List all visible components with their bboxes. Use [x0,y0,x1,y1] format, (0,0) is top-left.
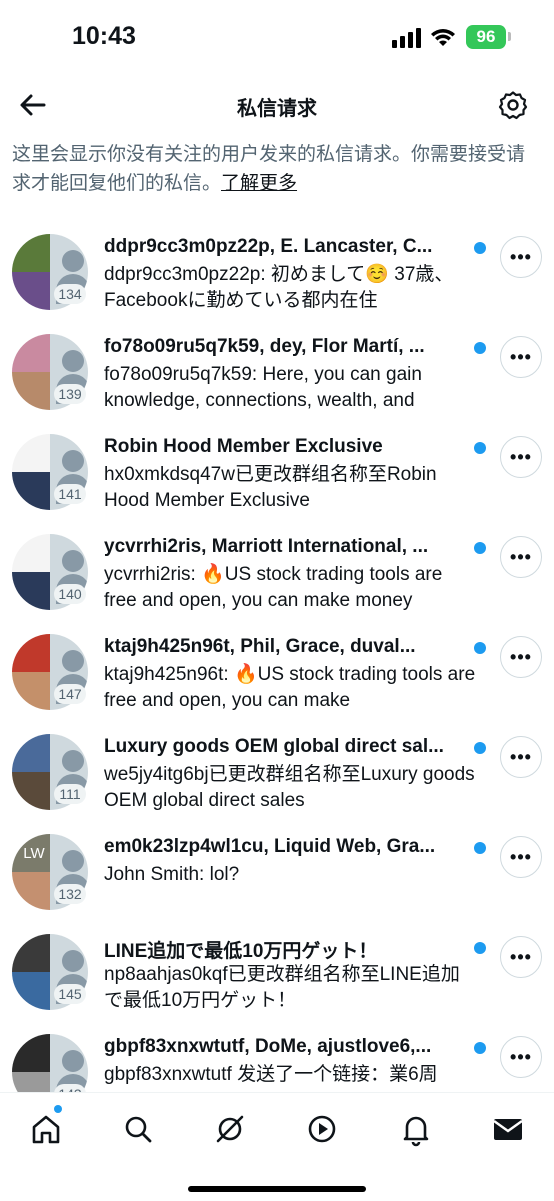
message-preview: hx0xmkdsq47w已更改群组名称至Robin Hood Member Ex… [104,464,437,511]
more-options-button[interactable]: ••• [500,236,542,278]
page-title: 私信请求 [237,98,317,120]
message-preview: ycvrrhi2ris: 🔥US stock trading tools are… [104,564,443,611]
avatar-top [12,334,50,372]
unread-dot [474,742,486,754]
more-options-button[interactable]: ••• [500,636,542,678]
avatar-bottom [12,272,50,310]
wifi-icon [431,29,455,46]
avatar-top [12,934,50,972]
avatar-bottom [12,372,50,410]
group-avatar: 141 [12,434,88,510]
avatar-top [12,434,50,472]
member-count-badge: 134 [54,284,86,304]
more-options-button[interactable]: ••• [500,536,542,578]
home-indicator [188,1186,366,1192]
gear-icon[interactable] [498,90,528,120]
conversation-title: LINE追加で最低10万円ゲット！ [104,941,378,962]
group-avatar: 147 [12,634,88,710]
tab-bar [0,1092,554,1201]
bell-icon[interactable] [398,1111,434,1147]
message-request-list: 134 ddpr9cc3m0pz22p, E. Lancaster, C... … [0,230,554,1130]
message-request-row[interactable]: LW 132 em0k23lzp4wl1cu, Liquid Web, Gra.… [0,830,554,930]
intro-text: 这里会显示你没有关注的用户发来的私信请求。你需要接受请求才能回复他们的私信。了解… [12,140,532,198]
message-request-row[interactable]: 140 ycvrrhi2ris, Marriott International,… [0,530,554,630]
conversation-title: fo78o09ru5q7k59, dey, Flor Martí, ... [104,336,425,357]
avatar-top [12,234,50,272]
message-preview: ddpr9cc3m0pz22p: 初めまして☺️ 37歳、Facebookに勤め… [104,264,454,311]
message-preview: we5jy4itg6bj已更改群组名称至Luxury goods OEM glo… [104,764,475,811]
avatar-bottom [12,672,50,710]
conversation-title: ddpr9cc3m0pz22p, E. Lancaster, C... [104,236,433,257]
group-avatar: 134 [12,234,88,310]
message-preview: fo78o09ru5q7k59: Here, you can gain know… [104,364,422,411]
message-preview: John Smith: lol? [104,864,240,885]
battery-cap [508,32,511,41]
message-request-row[interactable]: 141 Robin Hood Member Exclusive hx0xmkds… [0,430,554,530]
unread-dot [474,542,486,554]
more-options-button[interactable]: ••• [500,936,542,978]
avatar-bottom [12,772,50,810]
unread-dot [474,1042,486,1054]
grok-icon[interactable] [212,1111,248,1147]
message-request-row[interactable]: 139 fo78o09ru5q7k59, dey, Flor Martí, ..… [0,330,554,430]
member-count-badge: 147 [54,684,86,704]
member-count-badge: 139 [54,384,86,404]
more-options-button[interactable]: ••• [500,736,542,778]
member-count-badge: 145 [54,984,86,1004]
avatar-top [12,734,50,772]
message-request-row[interactable]: 111 Luxury goods OEM global direct sal..… [0,730,554,830]
header: 私信请求 [0,76,554,136]
message-preview: gbpf83xnxwtutf 发送了一个链接：業6周 [104,1064,438,1085]
unread-dot [474,442,486,454]
status-time: 10:43 [72,22,136,50]
avatar-bottom [12,472,50,510]
unread-dot [474,242,486,254]
avatar-top [12,634,50,672]
signal-icon [392,28,421,48]
more-options-button[interactable]: ••• [500,336,542,378]
status-bar: 10:43 96 [0,0,554,76]
message-request-row[interactable]: 145 LINE追加で最低10万円ゲット！ np8aahjas0kqf已更改群组… [0,930,554,1030]
more-options-button[interactable]: ••• [500,436,542,478]
group-avatar: 139 [12,334,88,410]
conversation-title: Luxury goods OEM global direct sal... [104,736,444,757]
more-options-button[interactable]: ••• [500,1036,542,1078]
avatar-top [12,534,50,572]
battery-icon: 96 [466,25,506,49]
message-request-row[interactable]: 147 ktaj9h425n96t, Phil, Grace, duval...… [0,630,554,730]
conversation-title: gbpf83xnxwtutf, DoMe, ajustlove6,... [104,1036,432,1057]
unread-dot [474,342,486,354]
member-count-badge: 111 [54,784,86,804]
message-request-row[interactable]: 134 ddpr9cc3m0pz22p, E. Lancaster, C... … [0,230,554,330]
member-count-badge: 140 [54,584,86,604]
conversation-title: em0k23lzp4wl1cu, Liquid Web, Gra... [104,836,436,857]
group-avatar: 111 [12,734,88,810]
unread-dot [474,642,486,654]
envelope-icon[interactable] [490,1111,526,1147]
group-avatar: LW 132 [12,834,88,910]
avatar-bottom [12,572,50,610]
message-preview: np8aahjas0kqf已更改群组名称至LINE追加で最低10万円ゲット！ [104,964,460,1011]
message-preview: ktaj9h425n96t: 🔥US stock trading tools a… [104,664,476,711]
avatar-bottom [12,972,50,1010]
member-count-badge: 132 [54,884,86,904]
search-icon[interactable] [120,1111,156,1147]
avatar-top [12,1034,50,1072]
conversation-title: ycvrrhi2ris, Marriott International, ... [104,536,429,557]
unread-dot [474,842,486,854]
conversation-title: ktaj9h425n96t, Phil, Grace, duval... [104,636,416,657]
group-avatar: 145 [12,934,88,1010]
learn-more-link[interactable]: 了解更多 [221,173,297,194]
notification-dot [54,1105,62,1113]
conversation-title: Robin Hood Member Exclusive [104,436,383,457]
avatar-bottom [12,872,50,910]
play-icon[interactable] [304,1111,340,1147]
more-options-button[interactable]: ••• [500,836,542,878]
battery-level: 96 [476,27,496,46]
member-count-badge: 141 [54,484,86,504]
avatar-top: LW [12,834,50,872]
group-avatar: 140 [12,534,88,610]
home-icon[interactable] [28,1111,64,1147]
unread-dot [474,942,486,954]
